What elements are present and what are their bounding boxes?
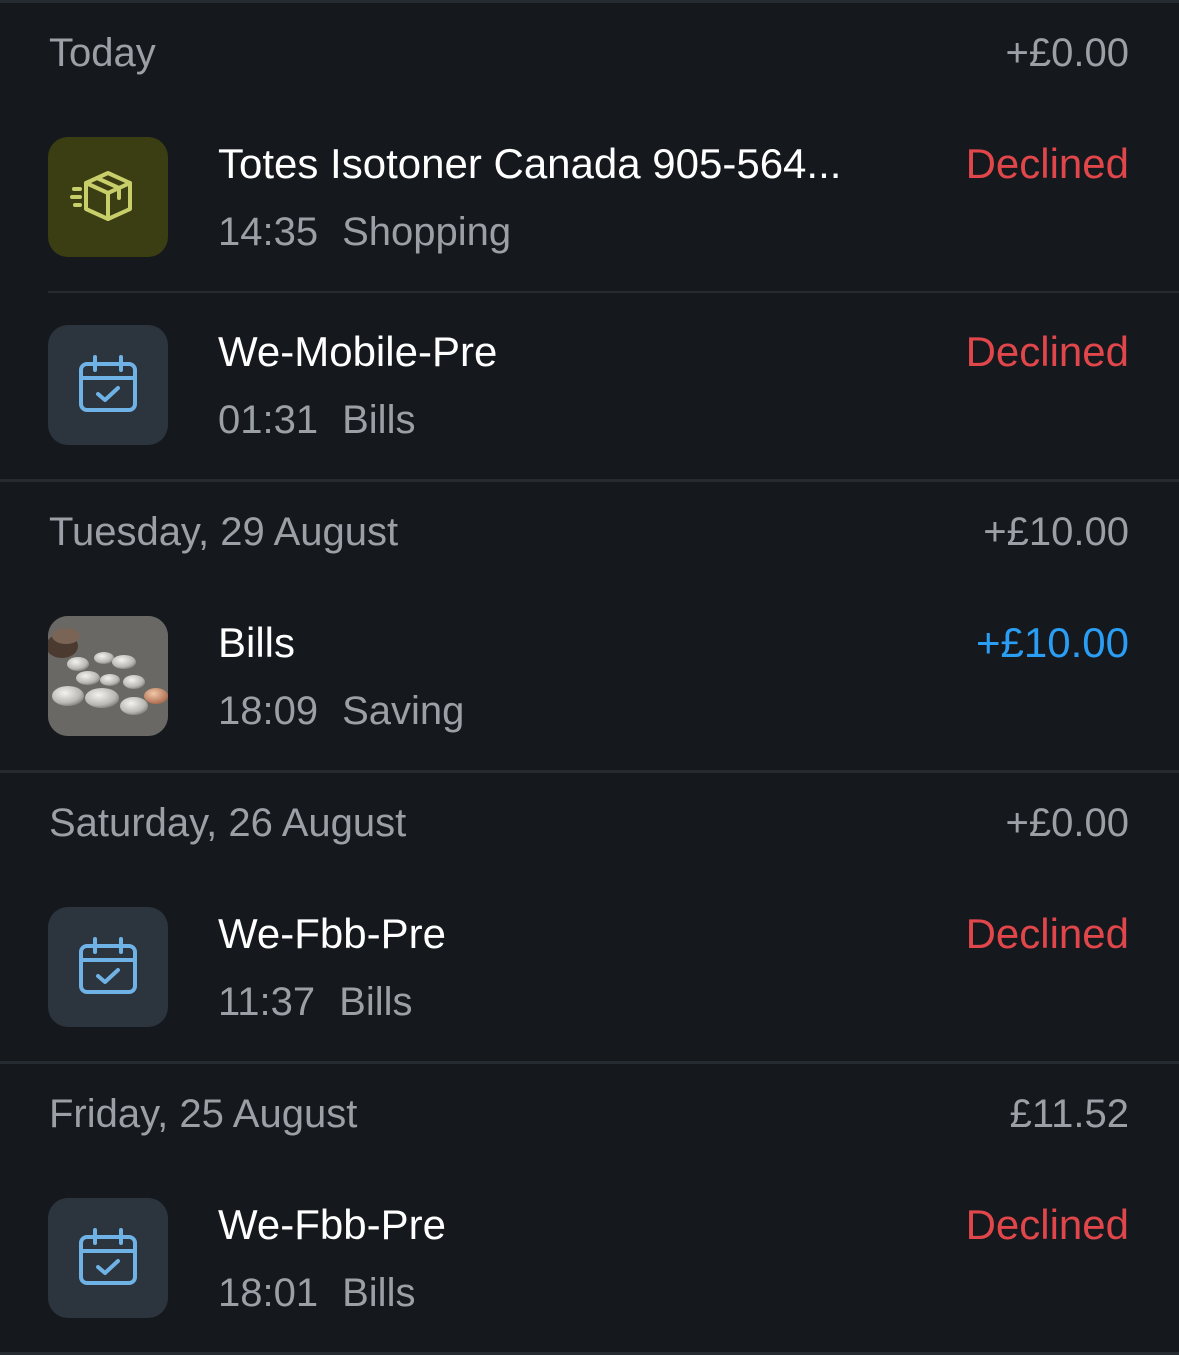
day-total: +£0.00 bbox=[1005, 30, 1129, 75]
calendar-check-icon bbox=[48, 325, 168, 445]
day-total: +£10.00 bbox=[983, 509, 1129, 554]
merchant-name: We-Fbb-Pre bbox=[218, 910, 446, 957]
transaction-time: 18:09 bbox=[218, 689, 319, 733]
merchant-name: Bills bbox=[218, 619, 296, 666]
day-header: Friday, 25 August £11.52 bbox=[0, 1064, 1179, 1164]
coins-photo bbox=[48, 616, 168, 736]
transaction-category: Bills bbox=[342, 398, 416, 442]
day-header: Tuesday, 29 August +£10.00 bbox=[0, 482, 1179, 582]
transaction-time: 01:31 bbox=[218, 398, 319, 442]
day-date: Today bbox=[49, 30, 156, 75]
transaction-body: Totes Isotoner Canada 905-564... Decline… bbox=[218, 137, 1129, 257]
transaction-row[interactable]: Totes Isotoner Canada 905-564... Decline… bbox=[0, 103, 1179, 291]
transaction-feed: Today +£0.00 Totes Isotoner Canada 905-5… bbox=[0, 0, 1179, 1355]
day-section: Saturday, 26 August +£0.00 We-Fbb-Pre De… bbox=[0, 773, 1179, 1064]
day-date: Saturday, 26 August bbox=[49, 800, 407, 845]
transaction-status: Declined bbox=[965, 1201, 1129, 1248]
transaction-row[interactable]: We-Fbb-Pre Declined 18:01 Bills bbox=[0, 1164, 1179, 1352]
transaction-category: Bills bbox=[342, 1271, 416, 1315]
transaction-category: Bills bbox=[339, 980, 413, 1024]
shopping-bag-icon bbox=[48, 137, 168, 257]
merchant-name: Totes Isotoner Canada 905-564... bbox=[218, 140, 842, 187]
transaction-status: Declined bbox=[965, 140, 1129, 187]
transaction-category: Shopping bbox=[342, 210, 512, 254]
transaction-category: Saving bbox=[342, 689, 465, 733]
transaction-body: We-Fbb-Pre Declined 18:01 Bills bbox=[218, 1198, 1129, 1318]
day-header: Saturday, 26 August +£0.00 bbox=[0, 773, 1179, 873]
transaction-status: Declined bbox=[965, 328, 1129, 375]
calendar-check-icon bbox=[48, 1198, 168, 1318]
transaction-amount: +£10.00 bbox=[976, 619, 1129, 666]
transaction-body: We-Fbb-Pre Declined 11:37 Bills bbox=[218, 907, 1129, 1027]
day-section: Today +£0.00 Totes Isotoner Canada 905-5… bbox=[0, 3, 1179, 482]
day-total: £11.52 bbox=[1009, 1091, 1129, 1136]
transaction-time: 11:37 bbox=[218, 980, 316, 1024]
transaction-row[interactable]: We-Fbb-Pre Declined 11:37 Bills bbox=[0, 873, 1179, 1061]
merchant-name: We-Mobile-Pre bbox=[218, 328, 498, 375]
day-header: Today +£0.00 bbox=[0, 3, 1179, 103]
transaction-status: Declined bbox=[965, 910, 1129, 957]
transaction-body: We-Mobile-Pre Declined 01:31 Bills bbox=[218, 325, 1129, 445]
day-section: Tuesday, 29 August +£10.00 Bills +£10.00… bbox=[0, 482, 1179, 773]
transaction-time: 14:35 bbox=[218, 210, 319, 254]
day-section: Friday, 25 August £11.52 We-Fbb-Pre Decl… bbox=[0, 1064, 1179, 1355]
transaction-body: Bills +£10.00 18:09 Saving bbox=[218, 616, 1129, 736]
merchant-name: We-Fbb-Pre bbox=[218, 1201, 446, 1248]
day-date: Tuesday, 29 August bbox=[49, 509, 399, 554]
transaction-row[interactable]: We-Mobile-Pre Declined 01:31 Bills bbox=[0, 291, 1179, 479]
day-total: +£0.00 bbox=[1005, 800, 1129, 845]
calendar-check-icon bbox=[48, 907, 168, 1027]
day-date: Friday, 25 August bbox=[49, 1091, 358, 1136]
transaction-time: 18:01 bbox=[218, 1271, 319, 1315]
transaction-row[interactable]: Bills +£10.00 18:09 Saving bbox=[0, 582, 1179, 770]
